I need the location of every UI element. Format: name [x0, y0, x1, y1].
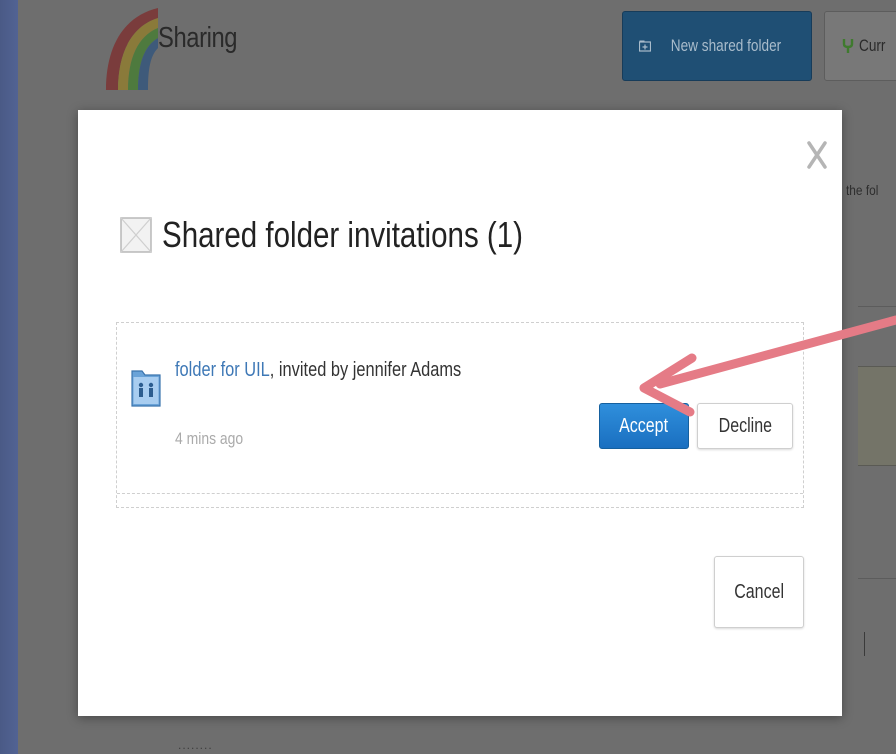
invitations-modal: Shared folder invitations (1) folder for… [78, 110, 842, 716]
background-bottom-text: ........ [178, 738, 213, 752]
close-icon[interactable] [806, 140, 828, 170]
decline-label: Decline [718, 414, 772, 437]
new-shared-folder-button[interactable]: New shared folder [622, 11, 812, 81]
current-button[interactable]: Curr [824, 11, 896, 81]
invitation-text: folder for UIL, invited by jennifer Adam… [175, 359, 461, 382]
modal-header: Shared folder invitations (1) [120, 214, 602, 256]
accept-label: Accept [619, 414, 669, 437]
new-shared-folder-label: New shared folder [670, 36, 782, 55]
envelope-icon [120, 217, 152, 253]
background-text: the fol [846, 182, 879, 198]
invitation-list: folder for UIL, invited by jennifer Adam… [116, 322, 804, 508]
divider [117, 493, 803, 494]
shared-folder-icon [131, 370, 161, 407]
invitation-time: 4 mins ago [175, 429, 244, 448]
app-header: Sharing New shared folder Curr [18, 0, 896, 96]
invited-by-text: , invited by jennifer Adams [269, 359, 462, 381]
divider [864, 632, 865, 656]
modal-title: Shared folder invitations (1) [162, 214, 523, 255]
current-button-label: Curr [859, 36, 886, 55]
divider [858, 578, 896, 579]
background-panel [858, 366, 896, 466]
folder-plus-icon [639, 40, 652, 52]
accept-button[interactable]: Accept [599, 403, 689, 449]
folder-link[interactable]: folder for UIL [175, 359, 270, 381]
rainbow-logo-icon [106, 8, 158, 90]
cancel-label: Cancel [734, 580, 784, 603]
decline-button[interactable]: Decline [697, 403, 793, 449]
branch-icon [842, 39, 854, 53]
app-title: Sharing [158, 22, 238, 54]
cancel-button[interactable]: Cancel [714, 556, 804, 628]
divider [858, 306, 896, 307]
